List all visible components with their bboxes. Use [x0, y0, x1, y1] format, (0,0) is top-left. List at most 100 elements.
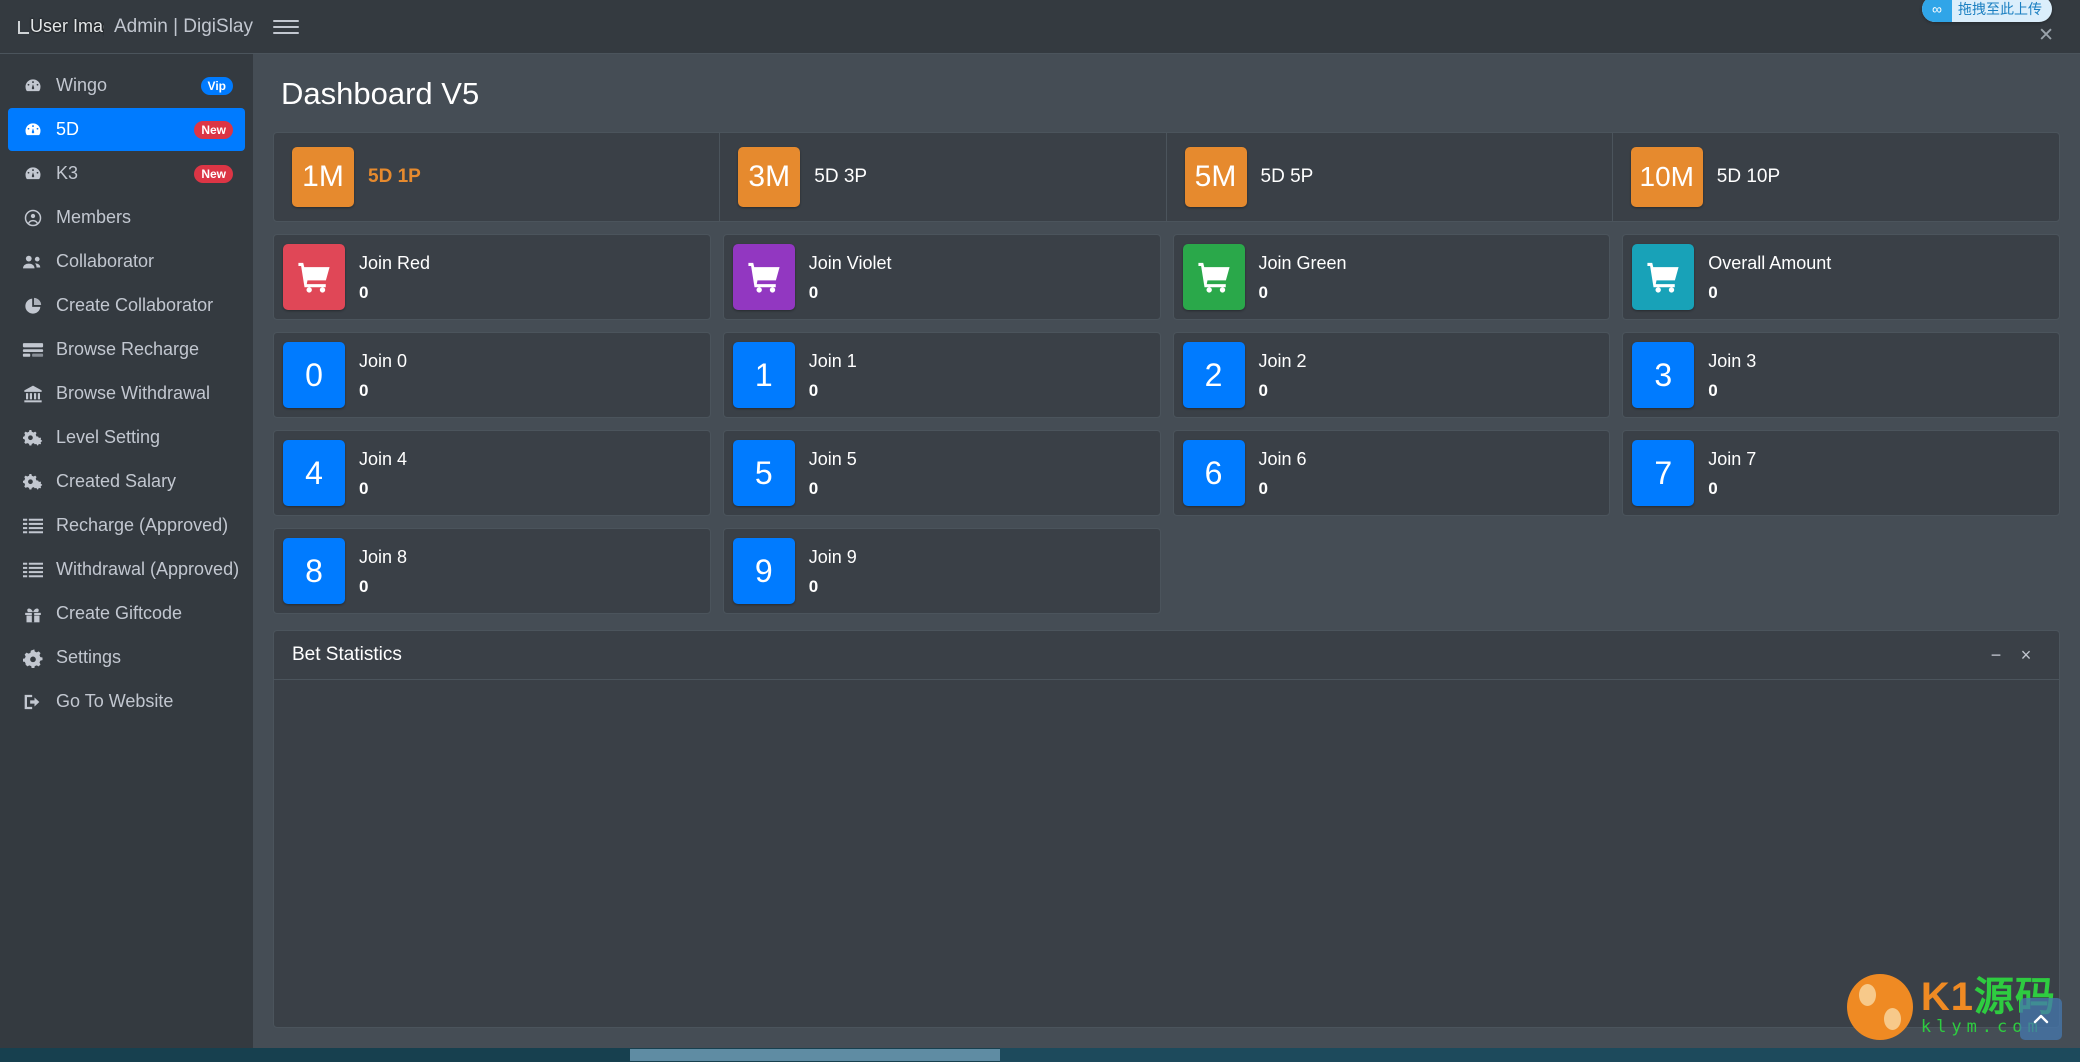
cart-icon: [283, 244, 345, 310]
bet-statistics-header: Bet Statistics − ×: [274, 631, 2059, 680]
sidebar-item-browse-recharge[interactable]: Browse Recharge: [8, 328, 245, 371]
sidebar-item-withdrawal-approved[interactable]: Withdrawal (Approved): [8, 548, 245, 591]
stat-card-container: Join Violet 0: [717, 234, 1167, 332]
stat-value: 0: [359, 576, 369, 596]
stat-card-container: 9 Join 9 0: [717, 528, 1167, 626]
upload-badge-label: 拖拽至此上传: [1958, 1, 2042, 17]
sidebar-item-label: Browse Withdrawal: [56, 383, 211, 403]
number-chip-6: 6: [1182, 440, 1245, 506]
stat-text: Join Red 0: [345, 244, 430, 310]
sidebar-item-browse-withdrawal[interactable]: Browse Withdrawal: [8, 372, 245, 415]
content-body: 1M 5D 1P 3M 5D 3P 5M 5D 5P 10M 5D 10P Join Red 0…: [253, 132, 2080, 1028]
number-chip-5: 5: [732, 440, 795, 506]
period-chip: 3M: [738, 147, 801, 207]
period-card-3m[interactable]: 3M 5D 3P: [720, 133, 1167, 221]
sidebar-item-k3[interactable]: K3 New: [8, 152, 245, 195]
scrollbar-thumb[interactable]: [630, 1049, 1000, 1061]
color-card-grid: Join Red 0 Join Violet 0 Join Green 0 Overall …: [267, 234, 2066, 332]
brand-row[interactable]: User Image Admin | DigiSlay: [0, 0, 253, 54]
number-chip-3: 3: [1632, 342, 1695, 408]
number-card-2[interactable]: 2 Join 2 0: [1172, 332, 1611, 418]
sidebar-item-collaborator[interactable]: Collaborator: [8, 240, 245, 283]
color-card-join-green[interactable]: Join Green 0: [1172, 234, 1611, 320]
close-icon[interactable]: ×: [2011, 640, 2041, 670]
number-chip-0: 0: [283, 342, 345, 408]
sidebar-item-created-salary[interactable]: Created Salary: [8, 460, 245, 503]
upload-drop-badge[interactable]: ∞ 拖拽至此上传: [1922, 0, 2052, 22]
stat-label: Join 9: [808, 546, 857, 567]
pie-chart-icon: [20, 296, 46, 316]
stat-value: 0: [808, 282, 819, 302]
stat-value: 0: [1258, 380, 1268, 400]
number-chip-1: 1: [732, 342, 795, 408]
stat-label: Join 8: [359, 546, 408, 567]
close-icon[interactable]: ✕: [2038, 24, 2054, 47]
period-card-1m[interactable]: 1M 5D 1P: [274, 133, 721, 221]
color-card-overall-amount[interactable]: Overall Amount 0: [1622, 234, 2060, 320]
sidebar-item-badge: New: [194, 120, 233, 139]
scrollbar-track[interactable]: [1000, 1048, 2080, 1062]
number-card-0[interactable]: 0 Join 0 0: [273, 332, 711, 418]
sidebar-item-members[interactable]: Members: [8, 196, 245, 239]
number-card-6[interactable]: 6 Join 6 0: [1172, 430, 1611, 516]
sidebar-item-label: Create Giftcode: [56, 603, 183, 623]
number-card-3[interactable]: 3 Join 3 0: [1622, 332, 2060, 418]
stat-label: Join 5: [808, 448, 857, 469]
hamburger-icon[interactable]: [273, 14, 299, 40]
stat-value: 0: [359, 380, 369, 400]
stat-value: 0: [1258, 478, 1268, 498]
number-chip-4: 4: [283, 440, 345, 506]
stat-card-container: 4 Join 4 0: [267, 430, 717, 528]
horizontal-scrollbar[interactable]: [0, 1048, 2080, 1062]
sidebar-item-badge: Vip: [200, 76, 233, 95]
user-circle-icon: [20, 208, 46, 228]
stat-text: Overall Amount 0: [1694, 244, 1831, 310]
cogs-icon: [20, 472, 46, 492]
stat-card-container: 7 Join 7 0: [1616, 430, 2066, 528]
number-card-9[interactable]: 9 Join 9 0: [722, 528, 1161, 614]
period-chip: 5M: [1184, 147, 1247, 207]
stat-text: Join 0 0: [345, 342, 407, 408]
bet-statistics-body: [274, 680, 2059, 1028]
period-selector: 1M 5D 1P 3M 5D 3P 5M 5D 5P 10M 5D 10P: [273, 132, 2060, 222]
sidebar-item-create-giftcode[interactable]: Create Giftcode: [8, 592, 245, 635]
sidebar-item-go-to-website[interactable]: Go To Website: [8, 680, 245, 723]
number-card-5[interactable]: 5 Join 5 0: [722, 430, 1161, 516]
stat-card-container: Join Green 0: [1167, 234, 1617, 332]
sidebar-item-label: Browse Recharge: [56, 339, 200, 359]
period-card-5m[interactable]: 5M 5D 5P: [1167, 133, 1613, 221]
sign-out-icon: [20, 692, 46, 712]
sidebar-item-wingo[interactable]: Wingo Vip: [8, 64, 245, 107]
stat-text: Join 5 0: [795, 440, 857, 506]
color-card-join-red[interactable]: Join Red 0: [273, 234, 711, 320]
dashboard-icon: [20, 76, 46, 96]
sidebar-item-create-collaborator[interactable]: Create Collaborator: [8, 284, 245, 327]
period-card-10m[interactable]: 10M 5D 10P: [1613, 133, 2059, 221]
stat-text: Join 8 0: [345, 538, 407, 604]
color-card-join-violet[interactable]: Join Violet 0: [722, 234, 1161, 320]
sidebar-item-label: Created Salary: [56, 471, 177, 491]
stat-text: Join Green 0: [1245, 244, 1347, 310]
credit-card-icon: [20, 340, 46, 360]
sidebar-item-level-setting[interactable]: Level Setting: [8, 416, 245, 459]
stat-card-container: 8 Join 8 0: [267, 528, 717, 626]
topbar: [253, 0, 2080, 54]
sidebar-item-label: Create Collaborator: [56, 295, 214, 315]
chevron-up-icon: [2033, 1014, 2049, 1024]
sidebar-item-label: Collaborator: [56, 251, 155, 271]
number-card-7[interactable]: 7 Join 7 0: [1622, 430, 2060, 516]
number-card-4[interactable]: 4 Join 4 0: [273, 430, 711, 516]
sidebar-item-settings[interactable]: Settings: [8, 636, 245, 679]
sidebar-item-label: Level Setting: [56, 427, 161, 447]
number-card-8[interactable]: 8 Join 8 0: [273, 528, 711, 614]
sidebar-item-label: Wingo: [56, 75, 108, 95]
minimize-icon[interactable]: −: [1981, 640, 2011, 670]
bet-statistics-title: Bet Statistics: [292, 644, 402, 665]
scroll-to-top-button[interactable]: [2020, 998, 2062, 1040]
sidebar-item-5d[interactable]: 5D New: [8, 108, 245, 151]
sidebar-item-label: Recharge (Approved): [56, 515, 229, 535]
sidebar-item-recharge-approved[interactable]: Recharge (Approved): [8, 504, 245, 547]
period-label: 5D 1P: [368, 166, 421, 187]
number-card-1[interactable]: 1 Join 1 0: [722, 332, 1161, 418]
sidebar-item-label: Settings: [56, 647, 122, 667]
